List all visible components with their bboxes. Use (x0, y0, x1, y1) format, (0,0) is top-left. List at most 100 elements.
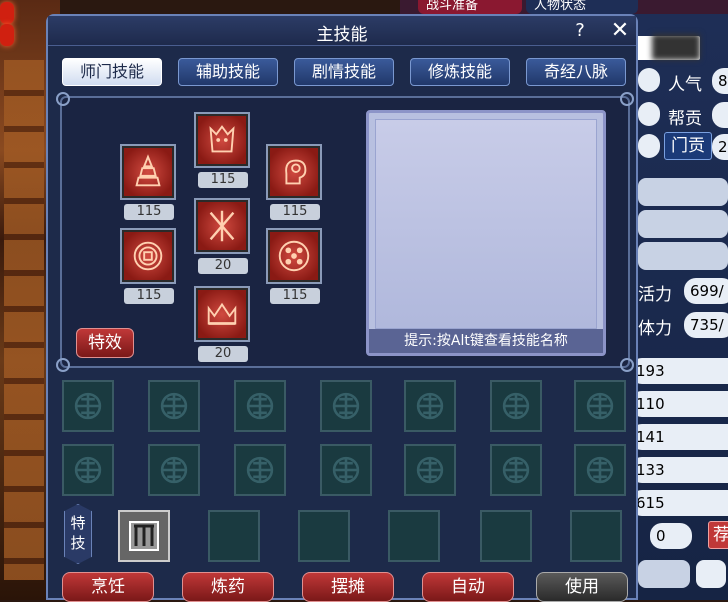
skill-demon-mask[interactable] (194, 112, 250, 168)
stat-row: 193 (630, 358, 728, 384)
crown-spikes-icon (207, 302, 237, 325)
coin-seal-icon (133, 241, 163, 271)
corner-ornament (620, 358, 634, 372)
empty-skill-slot[interactable] (320, 444, 372, 496)
skill-level: 115 (270, 288, 320, 304)
top-tab-battle-prep[interactable]: 战斗准备 (418, 0, 522, 14)
pagoda-icon (135, 154, 161, 187)
description-content (375, 119, 597, 329)
skill-profile-head[interactable] (266, 144, 322, 200)
empty-skill-slot[interactable] (490, 380, 542, 432)
stat-row: 110 (630, 391, 728, 417)
crossed-blades-icon (209, 210, 235, 242)
skill-crown-spikes[interactable] (194, 286, 250, 342)
lantern-icon (0, 24, 14, 46)
vitality-label: 活力 (638, 285, 672, 305)
info-bar (638, 210, 728, 238)
corner-ornament (56, 358, 70, 372)
info-bar (638, 560, 690, 588)
tab-school-skills[interactable]: 师门技能 (62, 58, 162, 86)
alt-hint-text: 提示:按Alt键查看技能名称 (369, 329, 603, 353)
vitality-value: 699/ (684, 278, 728, 304)
stat-circle (638, 102, 660, 126)
ornament-icon (74, 456, 102, 484)
skill-pagoda[interactable] (120, 144, 176, 200)
auto-button[interactable]: 自动 (422, 572, 514, 602)
skill-level: 115 (198, 172, 248, 188)
skill-dice-grid[interactable] (266, 228, 322, 284)
empty-skill-slot[interactable] (404, 380, 456, 432)
special-skill-item[interactable] (118, 510, 170, 562)
empty-skill-slot[interactable] (404, 444, 456, 496)
alchemy-button[interactable]: 炼药 (182, 572, 274, 602)
ornament-icon (74, 392, 102, 420)
contribution-value (712, 102, 728, 128)
empty-skill-slot[interactable] (490, 444, 542, 496)
corner-ornament (620, 92, 634, 106)
empty-skill-slot[interactable] (234, 380, 286, 432)
tab-meridians[interactable]: 奇经八脉 (526, 58, 626, 86)
help-button[interactable]: ? (570, 20, 590, 41)
empty-skill-slot[interactable] (148, 444, 200, 496)
ornament-icon (332, 392, 360, 420)
title-bar[interactable]: 主技能 ? ✕ (48, 16, 636, 46)
skill-level: 115 (270, 204, 320, 220)
empty-special-slot[interactable] (480, 510, 532, 562)
main-skills-window: 主技能 ? ✕ 师门技能 辅助技能 剧情技能 修炼技能 奇经八脉 115 115… (46, 14, 638, 602)
empty-skill-slot[interactable] (574, 444, 626, 496)
stat-row: 133 (630, 457, 728, 483)
empty-skill-slot[interactable] (320, 380, 372, 432)
tab-auxiliary-skills[interactable]: 辅助技能 (178, 58, 278, 86)
empty-skill-slot[interactable] (62, 380, 114, 432)
empty-skill-slot[interactable] (148, 380, 200, 432)
window-title: 主技能 (316, 25, 368, 45)
empty-skill-slot[interactable] (574, 380, 626, 432)
empty-special-slot[interactable] (388, 510, 440, 562)
empty-special-slot[interactable] (208, 510, 260, 562)
stat-row: 141 (630, 424, 728, 450)
ornament-icon (160, 392, 188, 420)
lantern-icon (0, 2, 14, 24)
tab-cultivation-skills[interactable]: 修炼技能 (410, 58, 510, 86)
ornament-icon (332, 456, 360, 484)
contribution-label: 帮贡 (668, 109, 702, 129)
corner-ornament (56, 92, 70, 106)
empty-skill-slot[interactable] (62, 444, 114, 496)
skill-level: 115 (124, 204, 174, 220)
demon-mask-icon (209, 125, 235, 153)
stat-circle (638, 134, 660, 158)
skill-crossed-blades[interactable] (194, 198, 250, 254)
special-skill-tag: 特技 (64, 504, 92, 564)
points-value: 0 (650, 523, 692, 549)
close-button[interactable]: ✕ (608, 18, 632, 43)
profile-head-icon (285, 159, 307, 185)
stone-pillars-icon (129, 521, 159, 551)
stat-row: 615 (630, 490, 728, 516)
ornament-icon (416, 456, 444, 484)
skill-level: 20 (198, 258, 248, 274)
ornament-icon (246, 456, 274, 484)
sect-contribution-value: 2 (712, 134, 728, 160)
dice-grid-icon (278, 240, 310, 272)
cooking-button[interactable]: 烹饪 (62, 572, 154, 602)
ornament-icon (502, 392, 530, 420)
skill-coin-seal[interactable] (120, 228, 176, 284)
empty-special-slot[interactable] (298, 510, 350, 562)
ornament-icon (586, 392, 614, 420)
ornament-icon (160, 456, 188, 484)
recommend-button[interactable]: 荐 (708, 521, 728, 549)
use-button[interactable]: 使用 (536, 572, 628, 602)
empty-special-slot[interactable] (570, 510, 622, 562)
info-bar (696, 560, 726, 588)
ornament-icon (586, 456, 614, 484)
skill-level: 20 (198, 346, 248, 362)
effect-button[interactable]: 特效 (76, 328, 134, 358)
tab-story-skills[interactable]: 剧情技能 (294, 58, 394, 86)
info-bar (638, 178, 728, 206)
empty-skill-slot[interactable] (234, 444, 286, 496)
skill-level: 115 (124, 288, 174, 304)
top-tab-character-status[interactable]: 人物状态 (526, 0, 638, 14)
sect-contribution-button[interactable]: 门贡 (664, 132, 712, 160)
stall-button[interactable]: 摆摊 (302, 572, 394, 602)
ornament-icon (416, 392, 444, 420)
